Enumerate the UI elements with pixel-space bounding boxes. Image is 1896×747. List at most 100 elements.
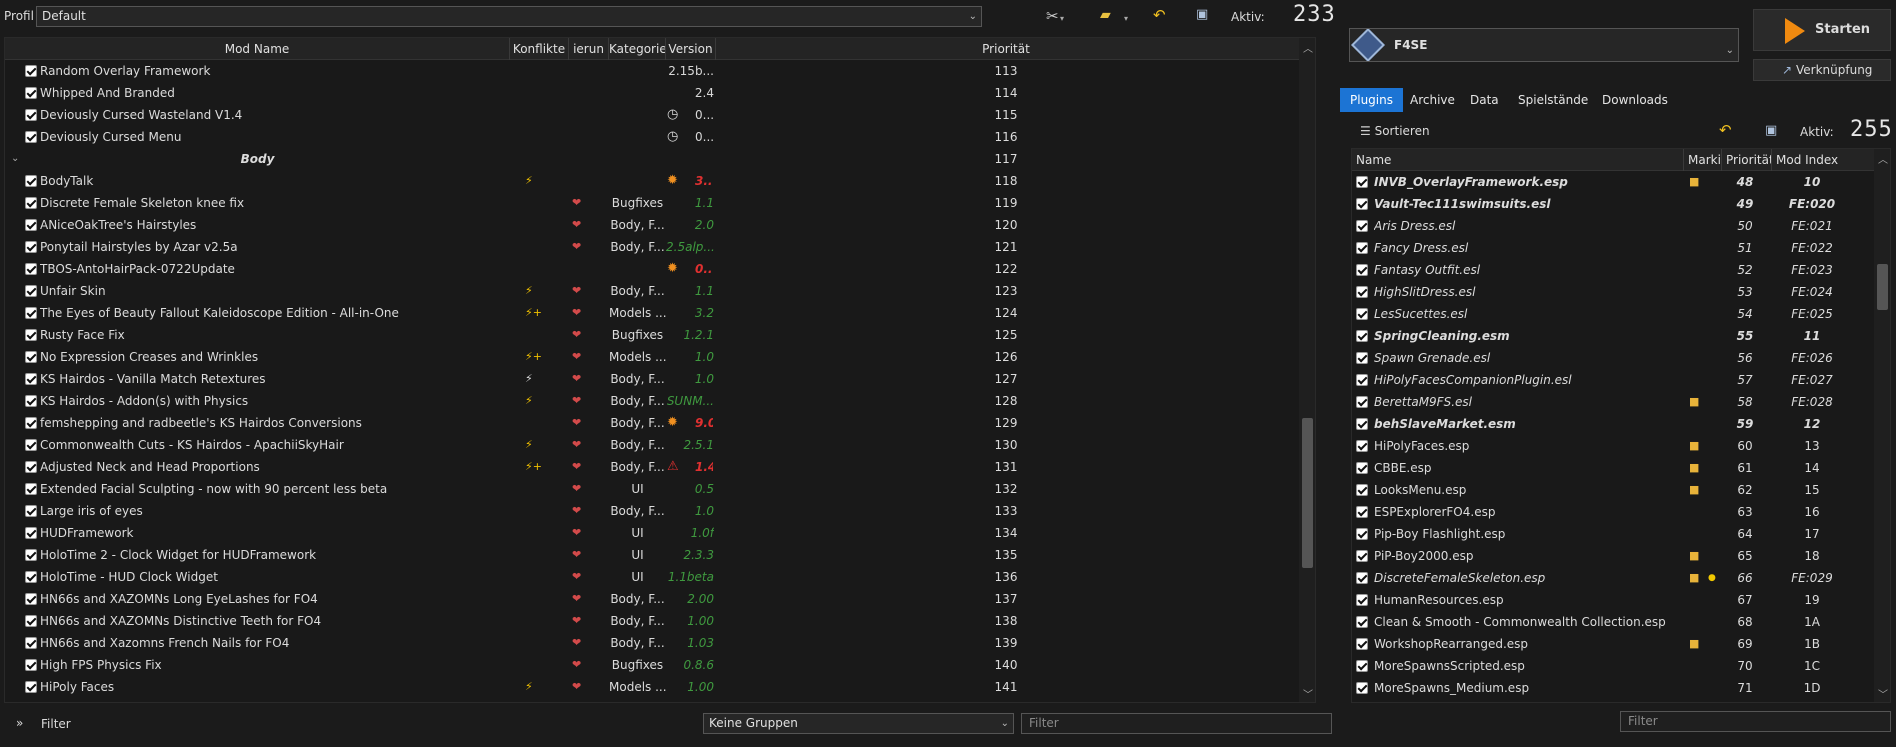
plugin-row[interactable]: MoreSpawnsScripted.esp 70 1C [1352, 655, 1874, 677]
plugin-enabled-checkbox[interactable] [1356, 616, 1368, 628]
mod-row[interactable]: The Eyes of Beauty Fallout Kaleidoscope … [5, 302, 1298, 324]
mod-enabled-checkbox[interactable] [25, 483, 37, 495]
tab-plugins[interactable]: Plugins [1340, 88, 1403, 112]
column-header-flags[interactable]: ierun [569, 38, 609, 60]
mod-row[interactable]: KS Hairdos - Vanilla Match Retextures ⚡ ❤ B… [5, 368, 1298, 390]
mod-list[interactable]: Mod Name Konflikte ierun Kategorie Versi… [4, 37, 1316, 703]
mod-enabled-checkbox[interactable] [25, 219, 37, 231]
mod-filter-input[interactable]: Filter [1021, 713, 1332, 734]
column-header-category[interactable]: Kategorie [609, 38, 666, 60]
tab-archive[interactable]: Archive [1400, 88, 1465, 112]
plugin-row[interactable]: INVB_OverlayFramework.esp ■ 48 10 [1352, 171, 1874, 193]
run-button[interactable]: Starten [1753, 9, 1891, 51]
mod-row[interactable]: HoloTime 2 - Clock Widget for HUDFramewo… [5, 544, 1298, 566]
plugin-enabled-checkbox[interactable] [1356, 594, 1368, 606]
mod-enabled-checkbox[interactable] [25, 571, 37, 583]
plugin-enabled-checkbox[interactable] [1356, 462, 1368, 474]
plugin-enabled-checkbox[interactable] [1356, 374, 1368, 386]
plugin-filter-input[interactable]: Filter [1620, 711, 1891, 732]
mod-enabled-checkbox[interactable] [25, 593, 37, 605]
mod-enabled-checkbox[interactable] [25, 549, 37, 561]
plugin-list-scrollbar[interactable]: ︿ ﹀ [1874, 149, 1890, 702]
mod-row[interactable]: Whipped And Branded 2.4 114 [5, 82, 1298, 104]
plugin-enabled-checkbox[interactable] [1356, 484, 1368, 496]
tools-icon[interactable]: ✂ [1046, 7, 1059, 25]
mod-enabled-checkbox[interactable] [25, 241, 37, 253]
mod-enabled-checkbox[interactable] [25, 373, 37, 385]
mod-row[interactable]: HoloTime - HUD Clock Widget ❤ UI 1.1beta 136 [5, 566, 1298, 588]
plugin-row[interactable]: HiPolyFacesCompanionPlugin.esl 57 FE:027 [1352, 369, 1874, 391]
plugin-enabled-checkbox[interactable] [1356, 682, 1368, 694]
scroll-down-icon[interactable]: ﹀ [1303, 686, 1313, 701]
column-header-priority[interactable]: Priorität [716, 38, 1296, 60]
mod-row[interactable]: Random Overlay Framework 2.15b... 113 [5, 60, 1298, 82]
plugin-row[interactable]: HiPolyFaces.esp ■ 60 13 [1352, 435, 1874, 457]
mod-enabled-checkbox[interactable] [25, 307, 37, 319]
mod-enabled-checkbox[interactable] [25, 329, 37, 341]
plugin-row[interactable]: WorkshopRearranged.esp ■ 69 1B [1352, 633, 1874, 655]
plugin-enabled-checkbox[interactable] [1356, 418, 1368, 430]
plugin-row[interactable]: PiP-Boy2000.esp ■ 65 18 [1352, 545, 1874, 567]
plugin-row[interactable]: Fancy Dress.esl 51 FE:022 [1352, 237, 1874, 259]
mod-enabled-checkbox[interactable] [25, 197, 37, 209]
plugin-row[interactable]: CBBE.esp ■ 61 14 [1352, 457, 1874, 479]
mod-row[interactable]: No Expression Creases and Wrinkles ⚡+ ❤ Mod… [5, 346, 1298, 368]
mod-enabled-checkbox[interactable] [25, 659, 37, 671]
plugin-enabled-checkbox[interactable] [1356, 396, 1368, 408]
plugin-enabled-checkbox[interactable] [1356, 550, 1368, 562]
mod-row[interactable]: Adjusted Neck and Head Proportions ⚡+ ❤ Bod… [5, 456, 1298, 478]
plugin-enabled-checkbox[interactable] [1356, 638, 1368, 650]
shortcut-button[interactable]: ↗ Verknüpfung [1753, 59, 1891, 81]
plugin-enabled-checkbox[interactable] [1356, 440, 1368, 452]
plugin-enabled-checkbox[interactable] [1356, 220, 1368, 232]
column-header-mod-index[interactable]: Mod Index [1772, 149, 1872, 171]
separator-row[interactable]: ⌄ Body 117 [5, 148, 1298, 170]
mod-row[interactable]: Commonwealth Cuts - KS Hairdos - Apachii… [5, 434, 1298, 456]
plugin-enabled-checkbox[interactable] [1356, 308, 1368, 320]
plugin-row[interactable]: Aris Dress.esl 50 FE:021 [1352, 215, 1874, 237]
mod-row[interactable]: HN66s and Xazomns French Nails for FO4 ❤ B… [5, 632, 1298, 654]
plugin-enabled-checkbox[interactable] [1356, 286, 1368, 298]
mod-row[interactable]: Deviously Cursed Menu ◷ 0... 116 [5, 126, 1298, 148]
mod-enabled-checkbox[interactable] [25, 439, 37, 451]
mod-enabled-checkbox[interactable] [25, 527, 37, 539]
profile-select[interactable]: Default ⌄ [36, 6, 982, 27]
column-header-version[interactable]: Version [666, 38, 716, 60]
plugin-row[interactable]: BerettaM9FS.esl ■ 58 FE:028 [1352, 391, 1874, 413]
plugin-row[interactable]: HighSlitDress.esl 53 FE:024 [1352, 281, 1874, 303]
mod-row[interactable]: BodyTalk ⚡ ✹ 3... 118 [5, 170, 1298, 192]
mod-enabled-checkbox[interactable] [25, 131, 37, 143]
mod-row[interactable]: Deviously Cursed Wasteland V1.4 ◷ 0... 115 [5, 104, 1298, 126]
backup-icon[interactable]: ▣ [1765, 123, 1777, 138]
column-header-mod-name[interactable]: Mod Name [5, 38, 510, 60]
scrollbar-thumb[interactable] [1302, 418, 1313, 568]
filter-toggle-label[interactable]: Filter [41, 717, 71, 731]
plugin-enabled-checkbox[interactable] [1356, 660, 1368, 672]
tab-downloads[interactable]: Downloads [1592, 88, 1678, 112]
mod-enabled-checkbox[interactable] [25, 505, 37, 517]
mod-row[interactable]: Extended Facial Sculpting - now with 90 … [5, 478, 1298, 500]
column-header-priority[interactable]: Priorität [1722, 149, 1772, 171]
mod-enabled-checkbox[interactable] [25, 637, 37, 649]
mod-enabled-checkbox[interactable] [25, 615, 37, 627]
plugin-row[interactable]: Pip-Boy Flashlight.esp 64 17 [1352, 523, 1874, 545]
mod-row[interactable]: Large iris of eyes ❤ Body, F... 1.0 133 [5, 500, 1298, 522]
plugin-row[interactable]: MoreSpawns_Medium.esp 71 1D [1352, 677, 1874, 699]
mod-enabled-checkbox[interactable] [25, 87, 37, 99]
mod-enabled-checkbox[interactable] [25, 681, 37, 693]
mod-enabled-checkbox[interactable] [25, 395, 37, 407]
plugin-enabled-checkbox[interactable] [1356, 242, 1368, 254]
plugin-row[interactable]: Spawn Grenade.esl 56 FE:026 [1352, 347, 1874, 369]
scrollbar-thumb[interactable] [1877, 264, 1888, 310]
plugin-row[interactable]: Vault-Tec111swimsuits.esl 49 FE:020 [1352, 193, 1874, 215]
mod-enabled-checkbox[interactable] [25, 109, 37, 121]
undo-icon[interactable]: ↶ [1719, 121, 1732, 139]
plugin-enabled-checkbox[interactable] [1356, 330, 1368, 342]
plugin-row[interactable]: behSlaveMarket.esm 59 12 [1352, 413, 1874, 435]
undo-icon[interactable]: ↶ [1153, 6, 1166, 24]
plugin-enabled-checkbox[interactable] [1356, 198, 1368, 210]
sort-button[interactable]: ☰ Sortieren [1360, 124, 1430, 138]
tab-data[interactable]: Data [1460, 88, 1509, 112]
tab-saves[interactable]: Spielstände [1508, 88, 1598, 112]
plugin-row[interactable]: DiscreteFemaleSkeleton.esp ■ ● 66 FE:029 [1352, 567, 1874, 589]
